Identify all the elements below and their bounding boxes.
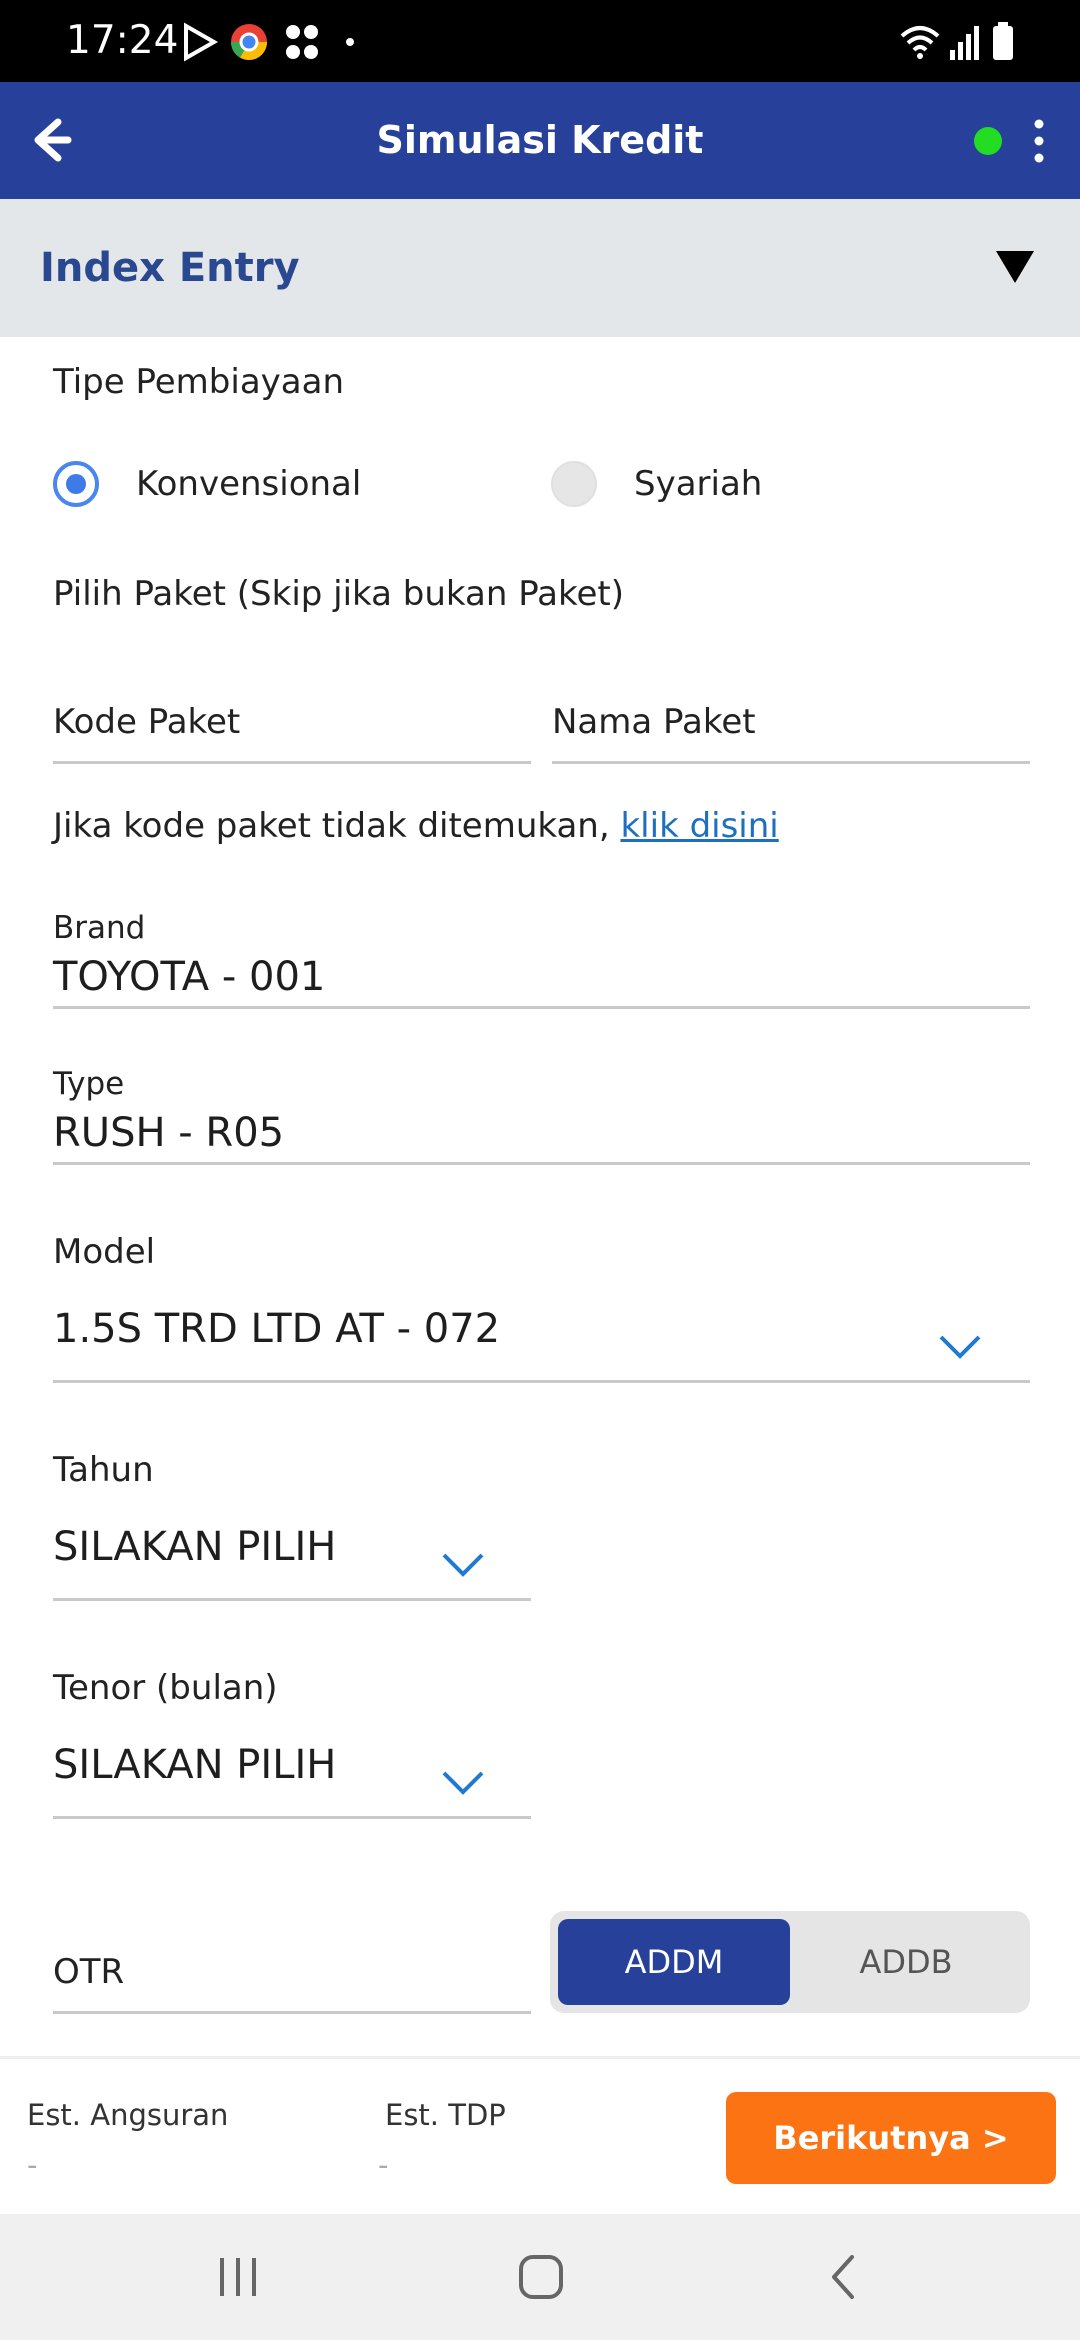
model-underline [53,1380,1030,1383]
recent-apps-icon[interactable] [216,2252,260,2302]
nama-paket-underline [552,761,1030,764]
type-field[interactable]: RUSH - R05 [53,1110,284,1156]
brand-label: Brand [53,910,146,946]
paket-not-found-text: Jika kode paket tidak ditemukan, klik di… [53,806,779,846]
tipe-pembiayaan-label: Tipe Pembiayaan [53,362,345,402]
status-time: 17:24 [66,18,179,63]
nama-paket-input[interactable]: Nama Paket [552,702,756,742]
chevron-down-icon[interactable] [441,1770,485,1796]
signal-icon [950,26,979,60]
click-here-link[interactable]: klik disini [620,806,778,846]
chrome-icon [231,24,267,61]
collapse-triangle-icon[interactable] [994,247,1036,287]
tahun-underline [53,1598,531,1601]
dot-icon [346,38,354,46]
model-dropdown[interactable]: 1.5S TRD LTD AT - 072 [53,1306,500,1352]
system-nav-bar [0,2214,1080,2340]
est-angsuran-label: Est. Angsuran [27,2098,229,2132]
tenor-dropdown[interactable]: SILAKAN PILIH [53,1742,336,1788]
tenor-underline [53,1816,531,1819]
chevron-down-icon[interactable] [441,1552,485,1578]
home-icon[interactable] [516,2252,566,2302]
model-label: Model [53,1232,156,1272]
radio-syariah[interactable] [551,461,597,507]
option-konvensional-label[interactable]: Konvensional [136,461,361,507]
addb-button[interactable]: ADDB [790,1919,1022,2005]
online-status-indicator [974,127,1002,155]
brand-field[interactable]: TOYOTA - 001 [53,954,325,1000]
battery-icon [993,22,1013,60]
play-store-icon [184,22,219,62]
wifi-icon [900,26,940,59]
type-label: Type [53,1066,125,1102]
chevron-down-icon[interactable] [938,1334,982,1360]
more-options-icon[interactable] [1024,116,1054,166]
type-underline [53,1162,1030,1165]
paket-not-found-message: Jika kode paket tidak ditemukan, [53,806,610,846]
kode-paket-input[interactable]: Kode Paket [53,702,240,742]
kode-paket-underline [53,761,531,764]
back-nav-icon[interactable] [826,2252,860,2302]
est-angsuran-value: - [27,2148,38,2182]
section-title: Index Entry [40,245,300,291]
otr-input[interactable]: OTR [53,1952,124,1992]
option-syariah-label[interactable]: Syariah [634,461,762,507]
pilih-paket-label: Pilih Paket (Skip jika bukan Paket) [53,574,625,614]
status-bar: 17:24 [0,0,1080,82]
tahun-label: Tahun [53,1450,154,1490]
next-button[interactable]: Berikutnya > [726,2092,1056,2184]
addm-button[interactable]: ADDM [558,1919,790,2005]
back-arrow-icon[interactable] [18,108,82,172]
brand-underline [53,1006,1030,1009]
page-title: Simulasi Kredit [376,118,704,162]
est-tdp-label: Est. TDP [385,2098,506,2132]
tenor-label: Tenor (bulan) [53,1668,278,1708]
otr-underline [53,2011,531,2014]
section-header-index-entry[interactable]: Index Entry [0,199,1080,337]
app-grid-icon [286,25,318,59]
tahun-dropdown[interactable]: SILAKAN PILIH [53,1524,336,1570]
app-bar: Simulasi Kredit [0,82,1080,199]
est-tdp-value: - [378,2148,389,2182]
radio-selected-dot [66,474,86,494]
